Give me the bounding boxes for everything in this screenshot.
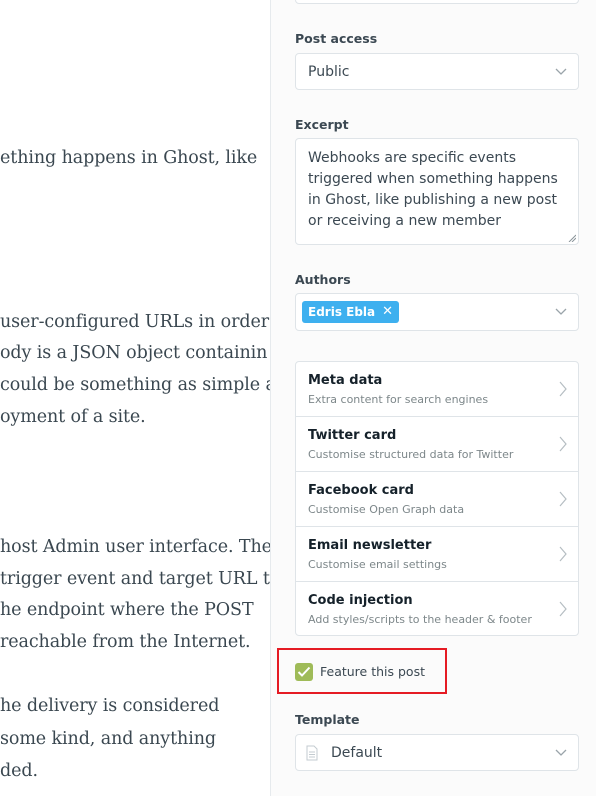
editor-line[interactable]: some kind, and anything (0, 729, 216, 749)
editor-line[interactable]: oyment of a site. (0, 407, 146, 427)
editor-line[interactable]: reachable from the Internet. (0, 632, 251, 652)
menu-item-title: Twitter card (308, 428, 397, 443)
editor-line[interactable]: ething happens in Ghost, like (0, 148, 257, 168)
menu-item-meta-data[interactable]: Meta data Extra content for search engin… (296, 362, 578, 417)
menu-item-subtitle: Customise structured data for Twitter (308, 448, 514, 461)
chevron-right-icon (559, 601, 567, 617)
post-access-value: Public (308, 64, 350, 80)
menu-item-subtitle: Add styles/scripts to the header & foote… (308, 613, 532, 626)
chevron-right-icon (559, 381, 567, 397)
template-value: Default (331, 745, 383, 761)
post-editor[interactable]: ething happens in Ghost, like user-confi… (0, 0, 270, 796)
menu-item-title: Meta data (308, 373, 383, 388)
authors-label: Authors (295, 272, 351, 287)
chevron-down-icon (555, 68, 567, 75)
menu-item-title: Code injection (308, 593, 413, 608)
chevron-right-icon (559, 491, 567, 507)
post-access-select[interactable]: Public (295, 53, 579, 90)
excerpt-textarea[interactable]: Webhooks are specific events triggered w… (295, 138, 579, 245)
template-label: Template (295, 712, 360, 727)
excerpt-label: Excerpt (295, 117, 349, 132)
checkmark-icon (297, 666, 311, 677)
editor-line[interactable]: ody is a JSON object containin (0, 343, 267, 363)
template-select[interactable]: Default (295, 734, 579, 771)
chevron-right-icon (559, 546, 567, 562)
chevron-right-icon (559, 436, 567, 452)
clipped-field[interactable] (295, 0, 579, 4)
author-tag-name: Edris Ebla (308, 305, 376, 319)
resize-handle-icon[interactable] (568, 234, 576, 242)
chevron-down-icon (555, 308, 567, 315)
excerpt-text: Webhooks are specific events triggered w… (308, 150, 558, 229)
menu-item-facebook-card[interactable]: Facebook card Customise Open Graph data (296, 472, 578, 527)
menu-item-email-newsletter[interactable]: Email newsletter Customise email setting… (296, 527, 578, 582)
menu-item-subtitle: Customise email settings (308, 558, 447, 571)
post-access-label: Post access (295, 31, 378, 46)
editor-line[interactable]: could be something as simple a (0, 375, 270, 395)
feature-post-highlight: Feature this post (277, 648, 447, 694)
remove-author-icon[interactable]: ✕ (382, 301, 393, 323)
menu-item-subtitle: Customise Open Graph data (308, 503, 465, 516)
settings-menu: Meta data Extra content for search engin… (295, 361, 579, 636)
editor-line[interactable]: he endpoint where the POST (0, 600, 254, 620)
menu-item-subtitle: Extra content for search engines (308, 393, 489, 406)
menu-item-twitter-card[interactable]: Twitter card Customise structured data f… (296, 417, 578, 472)
menu-item-title: Email newsletter (308, 538, 432, 553)
menu-item-title: Facebook card (308, 483, 414, 498)
feature-post-checkbox[interactable] (295, 663, 313, 681)
editor-line[interactable]: host Admin user interface. The (0, 537, 270, 557)
editor-line[interactable]: he delivery is considered (0, 696, 219, 716)
menu-item-code-injection[interactable]: Code injection Add styles/scripts to the… (296, 582, 578, 635)
editor-line[interactable]: trigger event and target URL to (0, 569, 270, 589)
chevron-down-icon (555, 749, 567, 756)
authors-select[interactable]: Edris Ebla ✕ (295, 293, 579, 331)
document-icon (306, 745, 318, 761)
editor-line[interactable]: user-configured URLs in order (0, 312, 269, 332)
author-tag[interactable]: Edris Ebla ✕ (302, 301, 400, 323)
feature-post-label[interactable]: Feature this post (320, 664, 425, 679)
editor-line[interactable]: ded. (0, 761, 38, 781)
